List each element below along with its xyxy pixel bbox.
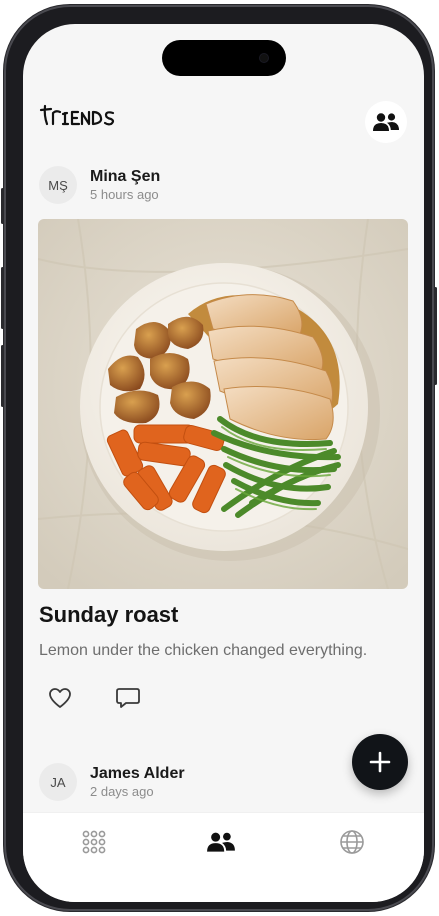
people-icon bbox=[373, 113, 399, 131]
food-photo bbox=[38, 219, 408, 589]
post-header[interactable]: JA James Alder 2 days ago bbox=[39, 762, 185, 802]
tab-explore[interactable] bbox=[337, 827, 367, 857]
people-icon bbox=[207, 832, 235, 852]
app-logo bbox=[39, 104, 115, 126]
friends-button[interactable] bbox=[365, 101, 407, 143]
post-header[interactable]: MŞ Mina Şen 5 hours ago bbox=[39, 165, 160, 205]
like-button[interactable] bbox=[46, 684, 74, 712]
phone-frame: MŞ Mina Şen 5 hours ago Sunday roast Lem… bbox=[1, 5, 437, 911]
screen: MŞ Mina Şen 5 hours ago Sunday roast Lem… bbox=[23, 24, 424, 902]
post-time: 2 days ago bbox=[90, 783, 154, 799]
tab-grid[interactable] bbox=[79, 827, 109, 857]
heart-icon bbox=[49, 688, 71, 708]
action-button bbox=[1, 188, 4, 224]
tab-bar bbox=[23, 812, 424, 902]
tab-friends[interactable] bbox=[206, 827, 236, 857]
globe-icon bbox=[340, 830, 364, 854]
dynamic-island bbox=[162, 40, 286, 76]
volume-up-button bbox=[1, 267, 4, 329]
avatar[interactable]: MŞ bbox=[39, 166, 77, 204]
post-photo[interactable] bbox=[38, 219, 408, 589]
post-caption: Lemon under the chicken changed everythi… bbox=[39, 642, 368, 659]
grid-icon bbox=[82, 830, 106, 854]
post-time: 5 hours ago bbox=[90, 186, 159, 202]
power-button bbox=[434, 287, 437, 385]
new-post-button[interactable] bbox=[352, 734, 408, 790]
comment-button[interactable] bbox=[114, 684, 142, 712]
author-name[interactable]: Mina Şen bbox=[90, 168, 160, 186]
author-name[interactable]: James Alder bbox=[90, 765, 185, 783]
volume-down-button bbox=[1, 345, 4, 407]
avatar[interactable]: JA bbox=[39, 763, 77, 801]
post-title: Sunday roast bbox=[39, 602, 179, 627]
comment-icon bbox=[116, 688, 140, 708]
plus-icon bbox=[369, 751, 391, 773]
